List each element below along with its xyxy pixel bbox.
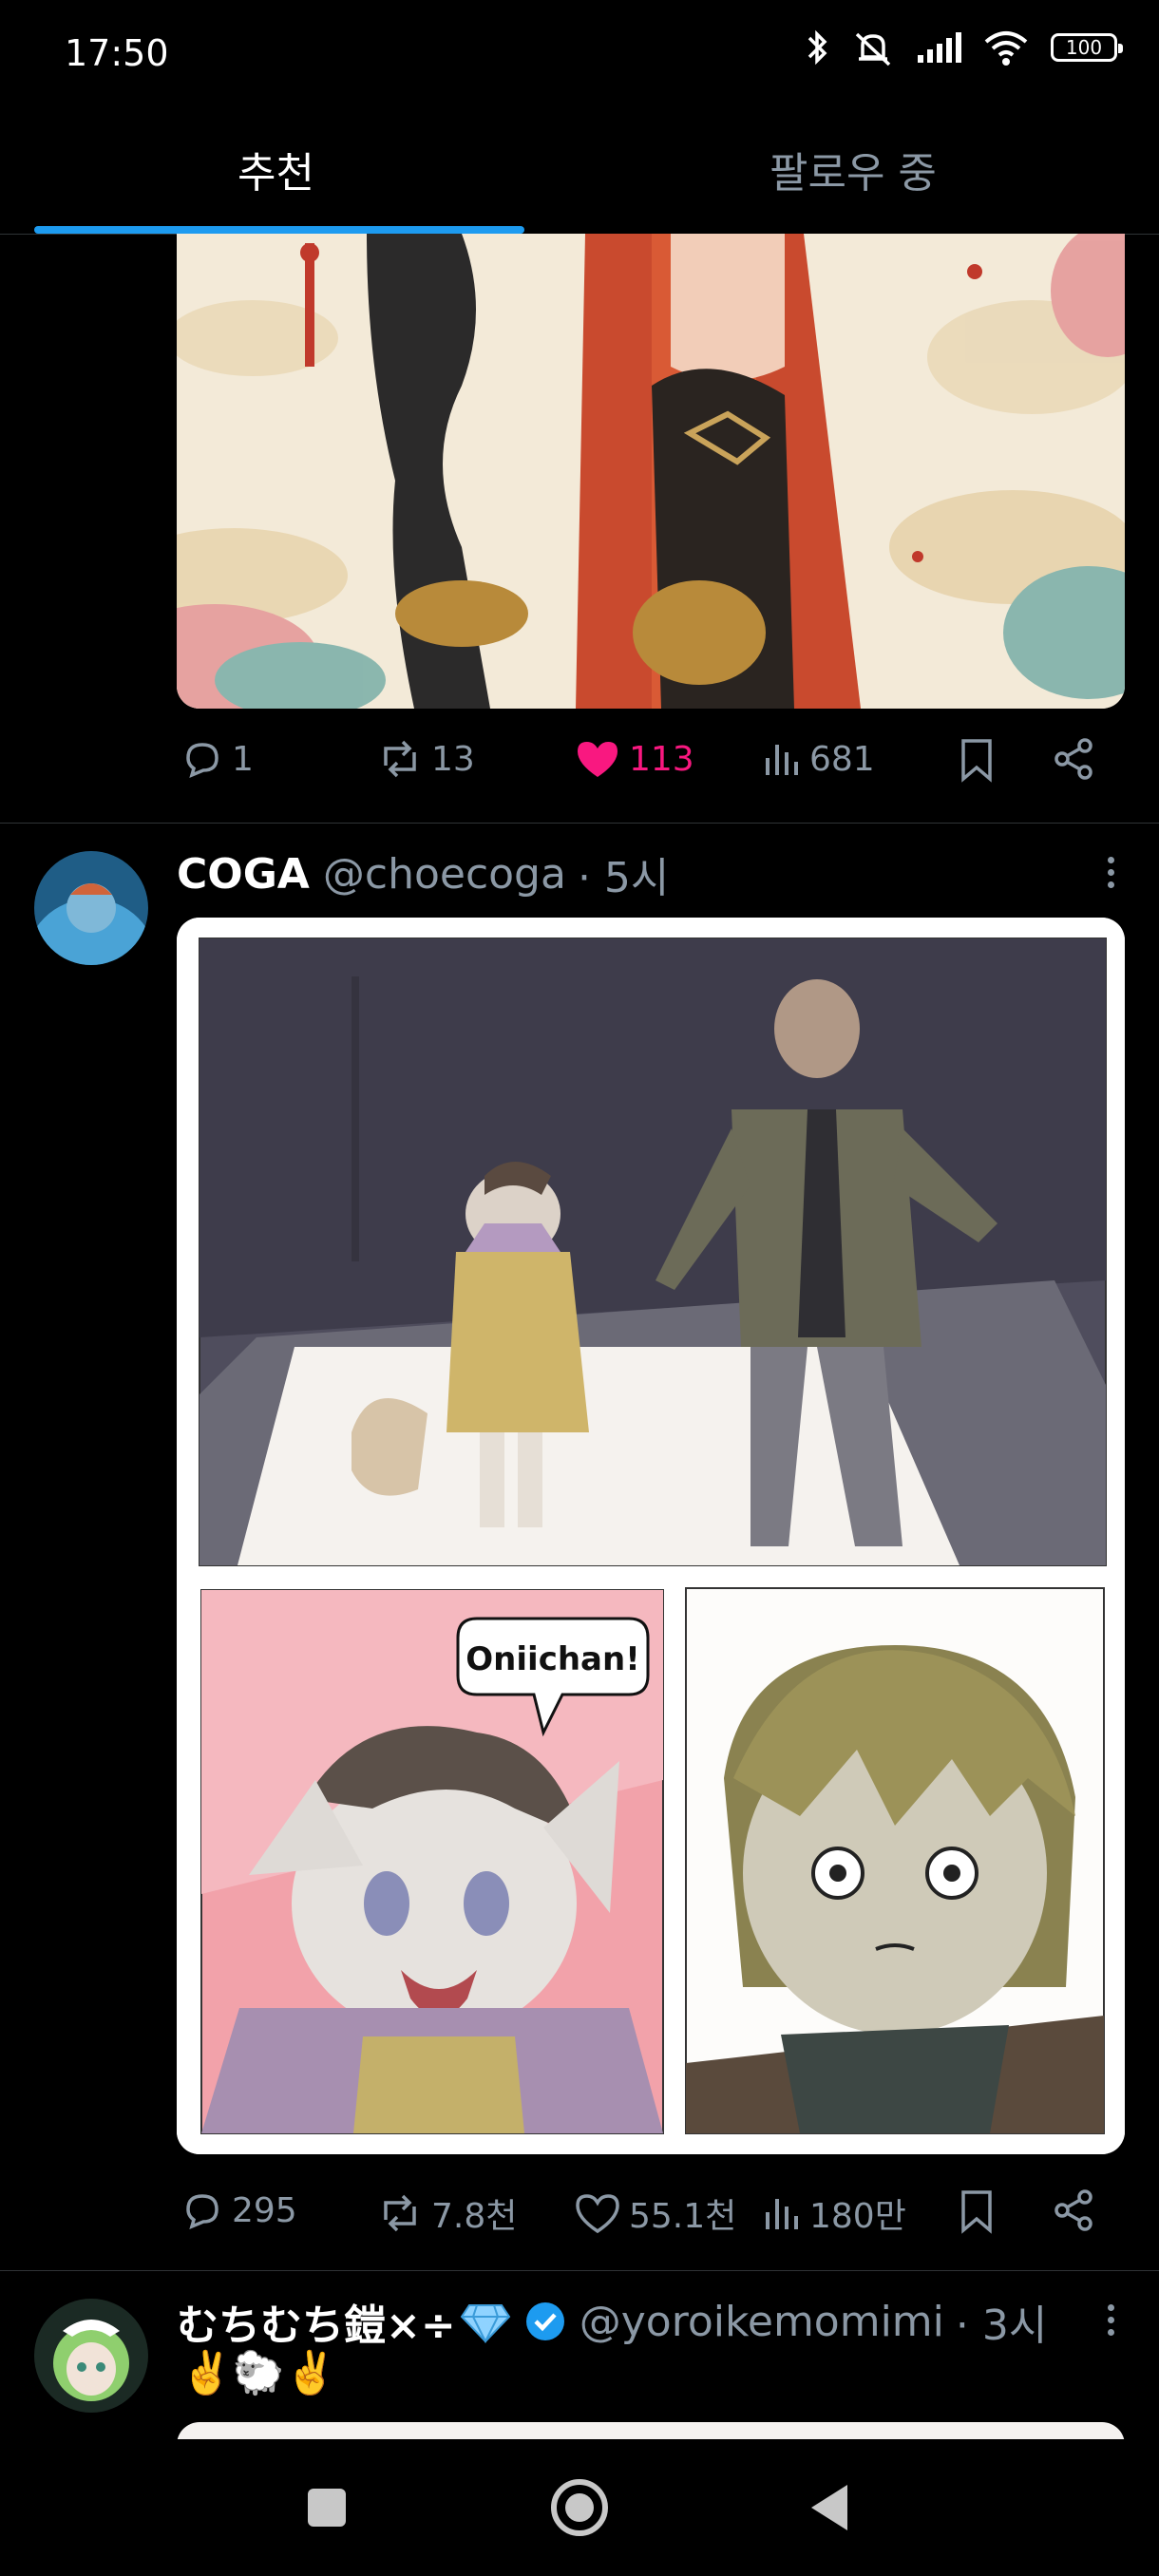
reply-button[interactable]: 1 — [180, 737, 254, 781]
display-name[interactable]: むちむち鎧×÷ — [177, 2291, 456, 2352]
home-icon[interactable] — [549, 2477, 610, 2538]
timeline-tabs: 추천 팔로우 중 — [0, 123, 1159, 235]
battery-icon: 100 — [1051, 33, 1123, 62]
like-button[interactable]: 113 — [574, 737, 694, 781]
clock: 17:50 — [65, 32, 169, 74]
post2-actions: 295 7.8천 55.1천 180만 — [177, 2188, 1127, 2245]
share-icon — [1054, 738, 1092, 780]
display-name[interactable]: COGA — [177, 850, 310, 899]
status-icons: 100 — [806, 28, 1123, 66]
repost-button[interactable]: 13 — [376, 737, 475, 781]
views-icon — [766, 745, 798, 775]
bookmark-button[interactable] — [958, 737, 996, 783]
bookmark-button[interactable] — [958, 2188, 996, 2234]
reply-icon — [186, 743, 218, 779]
more-options-icon[interactable] — [1108, 2299, 1117, 2341]
wifi-icon — [984, 31, 1028, 66]
post-time: · 5시 — [577, 854, 670, 902]
reply-count: 295 — [232, 2190, 297, 2230]
user-handle[interactable]: @choecoga — [323, 850, 566, 899]
share-button[interactable] — [1053, 2188, 1096, 2232]
like-button[interactable]: 55.1천 — [574, 2188, 736, 2238]
like-count: 113 — [629, 739, 694, 779]
avatar[interactable] — [34, 851, 148, 965]
post2-comic: Oniichan! — [177, 918, 1125, 2154]
heart-filled-icon — [578, 742, 618, 777]
active-tab-indicator — [34, 226, 524, 234]
back-icon[interactable] — [808, 2483, 851, 2532]
repost-count: 13 — [431, 739, 475, 779]
bluetooth-icon — [808, 29, 827, 66]
post3-header: むちむち鎧×÷ @yoroikemomimi · 3시 — [177, 2291, 1047, 2352]
speech-bubble-text: Oniichan! — [466, 1640, 639, 1678]
views-count: 180만 — [809, 2197, 906, 2236]
bookmark-icon — [961, 739, 992, 783]
views-count: 681 — [809, 739, 875, 779]
post2-header: COGA @choecoga · 5시 — [177, 843, 669, 904]
views-button[interactable]: 180만 — [762, 2188, 906, 2238]
share-button[interactable] — [1053, 737, 1096, 781]
status-bar: 17:50 100 — [0, 0, 1159, 112]
repost-count: 7.8천 — [431, 2197, 518, 2236]
system-nav-bar — [0, 2439, 1159, 2576]
repost-icon — [384, 740, 416, 778]
tab-following[interactable]: 팔로우 중 — [770, 139, 937, 199]
signal-icon — [918, 32, 961, 63]
share-icon — [1054, 2189, 1092, 2231]
repost-icon — [384, 2194, 416, 2232]
divider — [0, 2270, 1159, 2271]
views-button[interactable]: 681 — [762, 737, 875, 781]
verified-badge-icon — [525, 2302, 564, 2340]
heart-icon — [576, 2194, 619, 2234]
repost-button[interactable]: 7.8천 — [376, 2188, 517, 2238]
mute-icon — [855, 32, 891, 66]
reply-button[interactable]: 295 — [180, 2188, 297, 2232]
post1-illustration — [177, 234, 1125, 709]
recent-apps-icon[interactable] — [306, 2487, 348, 2529]
avatar[interactable] — [34, 2299, 148, 2413]
diamond-icon — [460, 2304, 511, 2343]
post1-actions: 1 13 113 681 — [177, 737, 1127, 794]
bookmark-icon — [961, 2190, 992, 2234]
divider — [0, 823, 1159, 824]
post-text: ✌️🐑✌️ — [180, 2349, 337, 2397]
post-time: · 3시 — [955, 2301, 1048, 2350]
views-icon — [766, 2199, 798, 2229]
like-count: 55.1천 — [629, 2197, 737, 2236]
reply-icon — [186, 2194, 218, 2230]
tab-recommended[interactable]: 추천 — [238, 139, 314, 199]
reply-count: 1 — [232, 739, 254, 779]
more-options-icon[interactable] — [1108, 851, 1117, 894]
user-handle[interactable]: @yoroikemomimi — [580, 2298, 944, 2346]
post2-image[interactable]: Oniichan! — [177, 918, 1125, 2154]
post1-image[interactable] — [177, 234, 1125, 709]
